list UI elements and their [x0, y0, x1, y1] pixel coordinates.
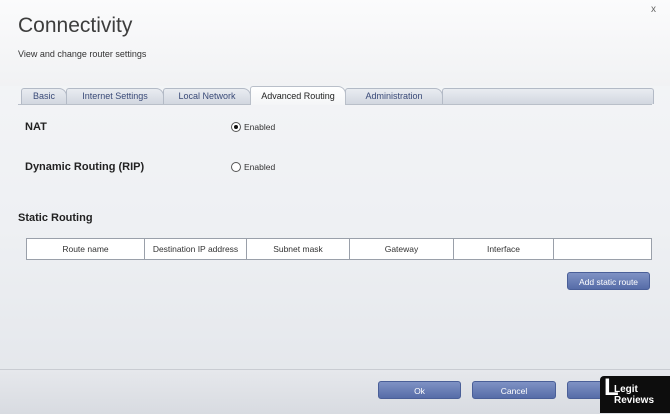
column-destination-ip: Destination IP address [145, 239, 247, 259]
watermark-line1: Legit [614, 383, 638, 395]
tab-basic[interactable]: Basic [21, 88, 67, 104]
column-gateway: Gateway [350, 239, 454, 259]
ok-button[interactable]: Ok [378, 381, 461, 399]
cancel-button[interactable]: Cancel [472, 381, 556, 399]
tab-advanced-routing[interactable]: Advanced Routing [250, 86, 346, 105]
watermark-letter: L [604, 374, 619, 401]
static-routing-title: Static Routing [18, 212, 93, 224]
nat-enabled-option[interactable]: Enabled [231, 122, 275, 132]
nat-label: NAT [25, 121, 47, 133]
watermark-line2: Reviews [614, 394, 655, 406]
window-header: Connectivity View and change router sett… [0, 0, 670, 86]
rip-enabled-option[interactable]: Enabled [231, 162, 275, 172]
column-interface: Interface [454, 239, 554, 259]
static-routing-table: Route name Destination IP address Subnet… [26, 238, 652, 260]
page-title: Connectivity [18, 14, 133, 37]
add-static-route-button[interactable]: Add static route [567, 272, 650, 290]
tab-administration[interactable]: Administration [345, 88, 443, 104]
tab-bar-filler [442, 88, 654, 104]
page-subtitle: View and change router settings [18, 49, 147, 59]
nat-enabled-label: Enabled [244, 122, 276, 132]
tab-bar: Basic Internet Settings Local Network Ad… [18, 86, 654, 105]
rip-enabled-radio[interactable] [231, 162, 241, 172]
tab-local-network[interactable]: Local Network [163, 88, 251, 104]
close-icon[interactable]: x [651, 4, 656, 15]
rip-label: Dynamic Routing (RIP) [25, 161, 145, 173]
rip-enabled-label: Enabled [244, 162, 276, 172]
column-route-name: Route name [27, 239, 145, 259]
column-subnet-mask: Subnet mask [247, 239, 350, 259]
watermark-logo: L Legit Reviews [600, 376, 670, 413]
nat-enabled-radio[interactable] [231, 122, 241, 132]
column-actions [554, 239, 651, 259]
tab-internet-settings[interactable]: Internet Settings [66, 88, 164, 104]
